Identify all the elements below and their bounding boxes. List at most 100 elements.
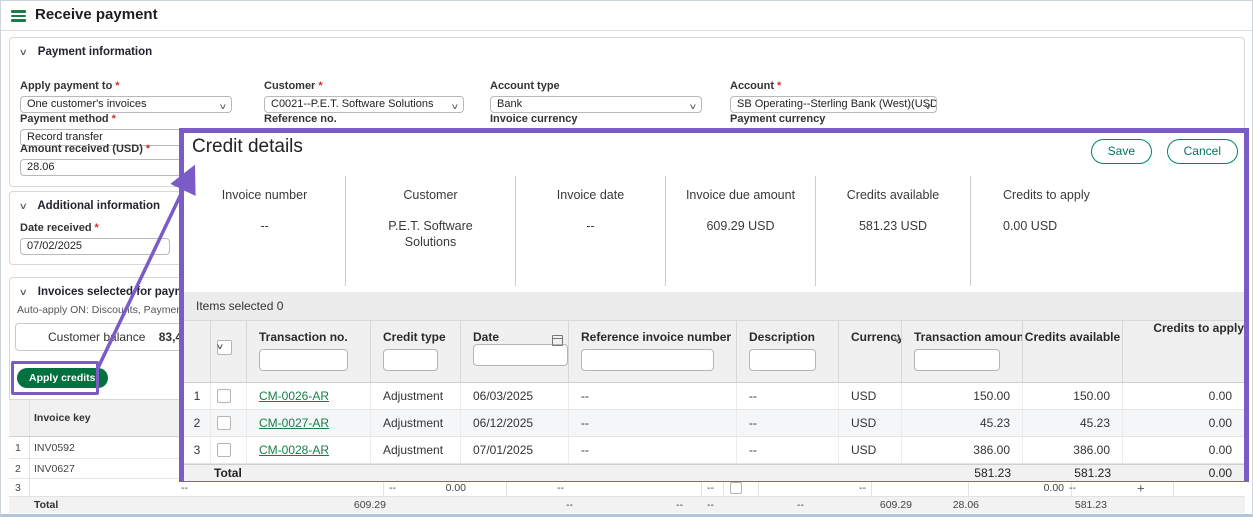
credits-to-apply-cell: 0.00 — [1123, 437, 1244, 463]
chevron-down-icon: ∨ — [924, 99, 933, 113]
cell-value: -- — [1069, 482, 1076, 494]
date-cell: 06/12/2025 — [461, 410, 569, 436]
reference-invoice-filter-input[interactable] — [581, 349, 714, 371]
transaction-no-filter-input[interactable] — [259, 349, 348, 371]
summary-value: 0.00 USD — [1003, 218, 1244, 234]
summary-customer: Customer P.E.T. Software Solutions — [346, 176, 516, 286]
credit-row[interactable]: 2 CM-0027-AR Adjustment 06/12/2025 -- --… — [184, 410, 1244, 437]
transaction-link[interactable]: CM-0027-AR — [259, 416, 329, 430]
credit-type-cell: Adjustment — [371, 410, 461, 436]
credit-details-modal: Credit details Save Cancel Invoice numbe… — [179, 128, 1249, 482]
summary-credits-to-apply: Credits to apply 0.00 USD — [971, 176, 1244, 286]
invoice-key-header: Invoice key — [34, 412, 91, 424]
amount-cell: 45.23 — [902, 410, 1023, 436]
credits-available-cell: 386.00 — [1023, 437, 1123, 463]
account-label: Account* — [730, 80, 937, 92]
total-value: -- — [676, 499, 683, 511]
required-marker: * — [318, 80, 322, 92]
account-type-select[interactable]: Bank∨ — [490, 96, 702, 113]
transaction-no-cell: CM-0026-AR — [247, 383, 371, 409]
apply-payment-to-select[interactable]: One customer's invoices ∨ — [20, 96, 232, 113]
credits-to-apply-cell: 0.00 — [1123, 383, 1244, 409]
checkbox-cell — [211, 383, 247, 409]
customer-value: C0021--P.E.T. Software Solutions — [271, 98, 433, 110]
customer-select[interactable]: C0021--P.E.T. Software Solutions ∨ — [264, 96, 464, 113]
credits-available-cell: 150.00 — [1023, 383, 1123, 409]
cell-value: 0.00 — [416, 482, 466, 494]
required-marker: * — [95, 222, 99, 234]
account-type-label: Account type — [490, 80, 702, 92]
section-title: Payment information — [38, 46, 152, 58]
summary-label: Invoice date — [516, 188, 665, 202]
payment-information-section-header[interactable]: ∨ Payment information — [20, 46, 152, 58]
total-value: -- — [566, 499, 573, 511]
required-marker: * — [777, 80, 781, 92]
summary-value: -- — [184, 218, 345, 234]
total-value: 28.06 — [929, 499, 979, 511]
summary-value: P.E.T. Software Solutions — [371, 218, 491, 250]
credit-type-cell: Adjustment — [371, 383, 461, 409]
transaction-no-header: Transaction no. — [247, 321, 371, 382]
credit-row[interactable]: 3 CM-0028-AR Adjustment 07/01/2025 -- --… — [184, 437, 1244, 464]
cell-value: -- — [557, 482, 564, 494]
row-number: 1 — [184, 383, 211, 409]
description-filter-input[interactable] — [749, 349, 816, 371]
payment-currency-label: Payment currency — [730, 113, 937, 125]
transaction-amount-filter-input[interactable] — [914, 349, 1000, 371]
summary-label: Invoice due amount — [666, 188, 815, 202]
save-button[interactable]: Save — [1091, 139, 1152, 164]
total-amount: 581.23 — [902, 465, 1023, 481]
transaction-link[interactable]: CM-0026-AR — [259, 389, 329, 403]
page-title: Receive payment — [35, 6, 158, 23]
row-number: 3 — [184, 437, 211, 463]
row-checkbox[interactable] — [730, 482, 742, 494]
transaction-link[interactable]: CM-0028-AR — [259, 443, 329, 457]
currency-cell: USD — [839, 437, 902, 463]
chevron-down-icon: ∨ — [216, 342, 225, 351]
account-value: SB Operating--Sterling Bank (West)(USD) — [737, 98, 937, 110]
receive-payment-page: Receive payment ∨ Payment information Ap… — [0, 0, 1253, 517]
currency-cell: USD — [839, 410, 902, 436]
date-received-input[interactable]: 07/02/2025 — [20, 238, 170, 255]
account-type-value: Bank — [497, 98, 522, 110]
total-value: 609.29 — [854, 499, 912, 511]
add-row-icon[interactable]: + — [1137, 480, 1145, 495]
total-value: 609.29 — [326, 499, 386, 511]
chevron-down-icon: ∨ — [219, 99, 228, 113]
cancel-button[interactable]: Cancel — [1167, 139, 1238, 164]
modal-title: Credit details — [192, 136, 303, 158]
credit-type-filter-input[interactable] — [383, 349, 438, 371]
invoices-selected-section-header[interactable]: ∨ Invoices selected for payment — [20, 286, 202, 298]
section-title: Additional information — [37, 200, 160, 212]
chevron-down-icon: ∨ — [451, 99, 460, 113]
row-checkbox[interactable] — [217, 416, 231, 430]
total-credits-available: 581.23 — [1023, 465, 1123, 481]
row-checkbox[interactable] — [217, 389, 231, 403]
amount-cell: 150.00 — [902, 383, 1023, 409]
credit-summary-row: Invoice number -- Customer P.E.T. Softwa… — [184, 176, 1244, 286]
additional-information-section-header[interactable]: ∨ Additional information — [20, 200, 160, 212]
date-filter-input[interactable] — [473, 344, 568, 366]
row-number: 1 — [15, 442, 21, 454]
reference-invoice-header: Reference invoice number — [569, 321, 737, 382]
summary-invoice-due-amount: Invoice due amount 609.29 USD — [666, 176, 816, 286]
description-cell: -- — [737, 410, 839, 436]
credit-row[interactable]: 1 CM-0026-AR Adjustment 06/03/2025 -- --… — [184, 383, 1244, 410]
summary-label: Invoice number — [184, 188, 345, 202]
credits-available-header: Credits available — [1023, 321, 1123, 382]
summary-label: Credits to apply — [1003, 188, 1244, 202]
calendar-icon[interactable] — [552, 335, 563, 346]
total-label: Total — [34, 499, 58, 511]
account-select[interactable]: SB Operating--Sterling Bank (West)(USD)∨ — [730, 96, 937, 113]
hamburger-menu-icon[interactable] — [11, 10, 26, 22]
row-checkbox[interactable] — [217, 443, 231, 457]
apply-payment-to-value: One customer's invoices — [27, 98, 146, 110]
credits-total-row: Total 581.23 581.23 0.00 — [184, 464, 1244, 481]
row-number: 2 — [15, 463, 21, 475]
credit-type-header: Credit type — [371, 321, 461, 382]
cell-value: -- — [859, 482, 866, 494]
chevron-down-icon: ∨ — [19, 201, 28, 212]
row-number: 2 — [184, 410, 211, 436]
cell-value: -- — [389, 482, 396, 494]
currency-cell: USD — [839, 383, 902, 409]
